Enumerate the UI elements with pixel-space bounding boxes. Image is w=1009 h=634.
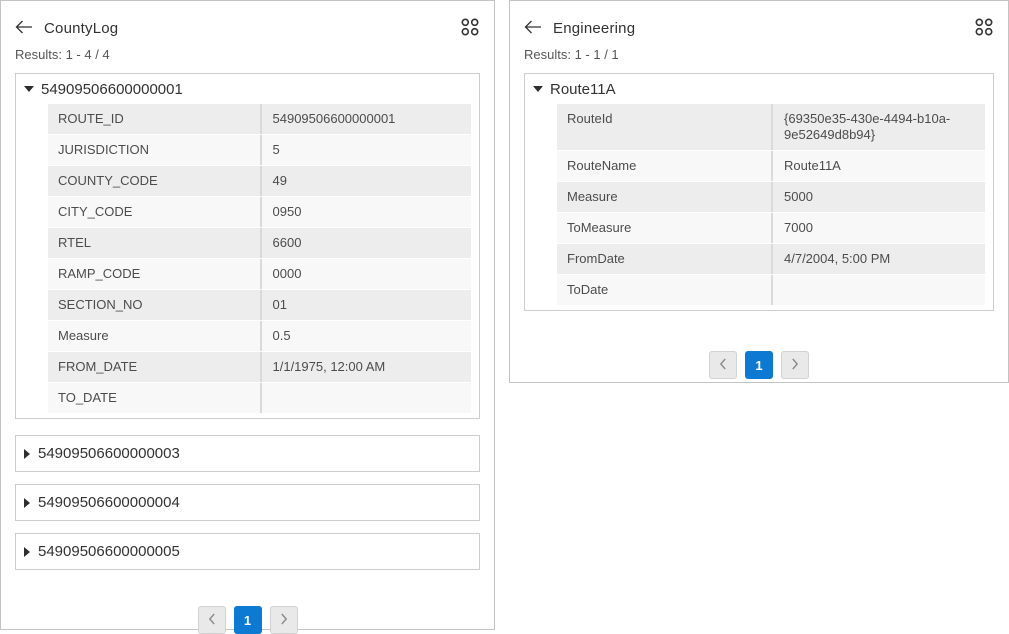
next-page-button[interactable] — [270, 606, 298, 634]
caret-down-icon — [24, 86, 34, 92]
table-row: RouteName Route11A — [557, 151, 985, 182]
grid-of-circles-icon — [461, 18, 480, 39]
countylog-header: CountyLog — [15, 17, 480, 39]
table-row: JURISDICTION 5 — [48, 135, 471, 166]
feature-title: Route11A — [550, 81, 616, 98]
table-row: CITY_CODE 0950 — [48, 197, 471, 228]
table-row: ToMeasure 7000 — [557, 213, 985, 244]
field-label: RouteName — [557, 151, 771, 181]
field-label: RTEL — [48, 228, 260, 258]
field-label: Measure — [48, 321, 260, 351]
pagination: 1 — [524, 351, 994, 379]
field-value: 5000 — [771, 182, 985, 212]
field-value — [260, 383, 472, 413]
attributes-table: ROUTE_ID 54909506600000001 JURISDICTION … — [48, 104, 471, 413]
field-label: ToDate — [557, 275, 771, 305]
feature-title: 54909506600000005 — [38, 543, 180, 560]
field-value: 54909506600000001 — [260, 104, 472, 134]
feature-title: 54909506600000004 — [38, 494, 180, 511]
feature-title: 54909506600000003 — [38, 445, 180, 462]
field-value: 7000 — [771, 213, 985, 243]
field-label: RouteId — [557, 104, 771, 150]
table-row: ToDate — [557, 275, 985, 305]
page-title: Engineering — [553, 20, 635, 37]
pagination: 1 — [15, 606, 480, 634]
feature-card-header[interactable]: Route11A — [525, 74, 993, 104]
field-label: FROM_DATE — [48, 352, 260, 382]
previous-page-button[interactable] — [198, 606, 226, 634]
field-value: 0000 — [260, 259, 472, 289]
field-value: 6600 — [260, 228, 472, 258]
field-value: {69350e35-430e-4494-b10a-9e52649d8b94} — [771, 104, 985, 150]
back-button[interactable] — [524, 20, 542, 37]
feature-card-collapsed[interactable]: 54909506600000004 — [15, 484, 480, 521]
engineering-header: Engineering — [524, 17, 994, 39]
field-label: SECTION_NO — [48, 290, 260, 320]
previous-page-button[interactable] — [709, 351, 737, 379]
caret-right-icon — [24, 498, 30, 508]
chevron-left-icon — [208, 613, 216, 628]
field-value: 0.5 — [260, 321, 472, 351]
caret-right-icon — [24, 547, 30, 557]
layer-options-button[interactable] — [975, 18, 994, 39]
feature-card-header[interactable]: 54909506600000001 — [16, 74, 479, 104]
feature-card-collapsed[interactable]: 54909506600000005 — [15, 533, 480, 570]
field-label: RAMP_CODE — [48, 259, 260, 289]
attributes-table: RouteId {69350e35-430e-4494-b10a-9e52649… — [557, 104, 985, 305]
table-row: RTEL 6600 — [48, 228, 471, 259]
table-row: SECTION_NO 01 — [48, 290, 471, 321]
field-value: 0950 — [260, 197, 472, 227]
results-count: Results: 1 - 4 / 4 — [15, 47, 480, 62]
caret-down-icon — [533, 86, 543, 92]
field-value: 4/7/2004, 5:00 PM — [771, 244, 985, 274]
table-row: Measure 0.5 — [48, 321, 471, 352]
field-label: CITY_CODE — [48, 197, 260, 227]
table-row: RAMP_CODE 0000 — [48, 259, 471, 290]
current-page-button[interactable]: 1 — [745, 351, 773, 379]
feature-card-collapsed[interactable]: 54909506600000003 — [15, 435, 480, 472]
arrow-left-icon — [524, 20, 542, 37]
field-value — [771, 275, 985, 305]
field-value: 5 — [260, 135, 472, 165]
results-count: Results: 1 - 1 / 1 — [524, 47, 994, 62]
field-value: 1/1/1975, 12:00 AM — [260, 352, 472, 382]
chevron-right-icon — [791, 358, 799, 373]
field-value: Route11A — [771, 151, 985, 181]
next-page-button[interactable] — [781, 351, 809, 379]
engineering-panel: Engineering Results: 1 - 1 / 1 Route11A … — [509, 0, 1009, 383]
field-label: FromDate — [557, 244, 771, 274]
table-row: COUNTY_CODE 49 — [48, 166, 471, 197]
feature-title: 54909506600000001 — [41, 81, 183, 98]
back-button[interactable] — [15, 20, 33, 37]
grid-of-circles-icon — [975, 18, 994, 39]
field-label: TO_DATE — [48, 383, 260, 413]
field-label: ToMeasure — [557, 213, 771, 243]
field-label: COUNTY_CODE — [48, 166, 260, 196]
table-row: RouteId {69350e35-430e-4494-b10a-9e52649… — [557, 104, 985, 151]
field-value: 01 — [260, 290, 472, 320]
field-label: ROUTE_ID — [48, 104, 260, 134]
chevron-right-icon — [280, 613, 288, 628]
table-row: Measure 5000 — [557, 182, 985, 213]
chevron-left-icon — [719, 358, 727, 373]
page-title: CountyLog — [44, 20, 118, 37]
caret-right-icon — [24, 449, 30, 459]
table-row: FROM_DATE 1/1/1975, 12:00 AM — [48, 352, 471, 383]
feature-card-expanded: Route11A RouteId {69350e35-430e-4494-b10… — [524, 73, 994, 311]
table-row: ROUTE_ID 54909506600000001 — [48, 104, 471, 135]
table-row: TO_DATE — [48, 383, 471, 413]
countylog-panel: CountyLog Results: 1 - 4 / 4 54909506600… — [0, 0, 495, 630]
feature-card-expanded: 54909506600000001 ROUTE_ID 5490950660000… — [15, 73, 480, 419]
table-row: FromDate 4/7/2004, 5:00 PM — [557, 244, 985, 275]
layer-options-button[interactable] — [461, 18, 480, 39]
arrow-left-icon — [15, 20, 33, 37]
current-page-button[interactable]: 1 — [234, 606, 262, 634]
field-value: 49 — [260, 166, 472, 196]
field-label: JURISDICTION — [48, 135, 260, 165]
field-label: Measure — [557, 182, 771, 212]
